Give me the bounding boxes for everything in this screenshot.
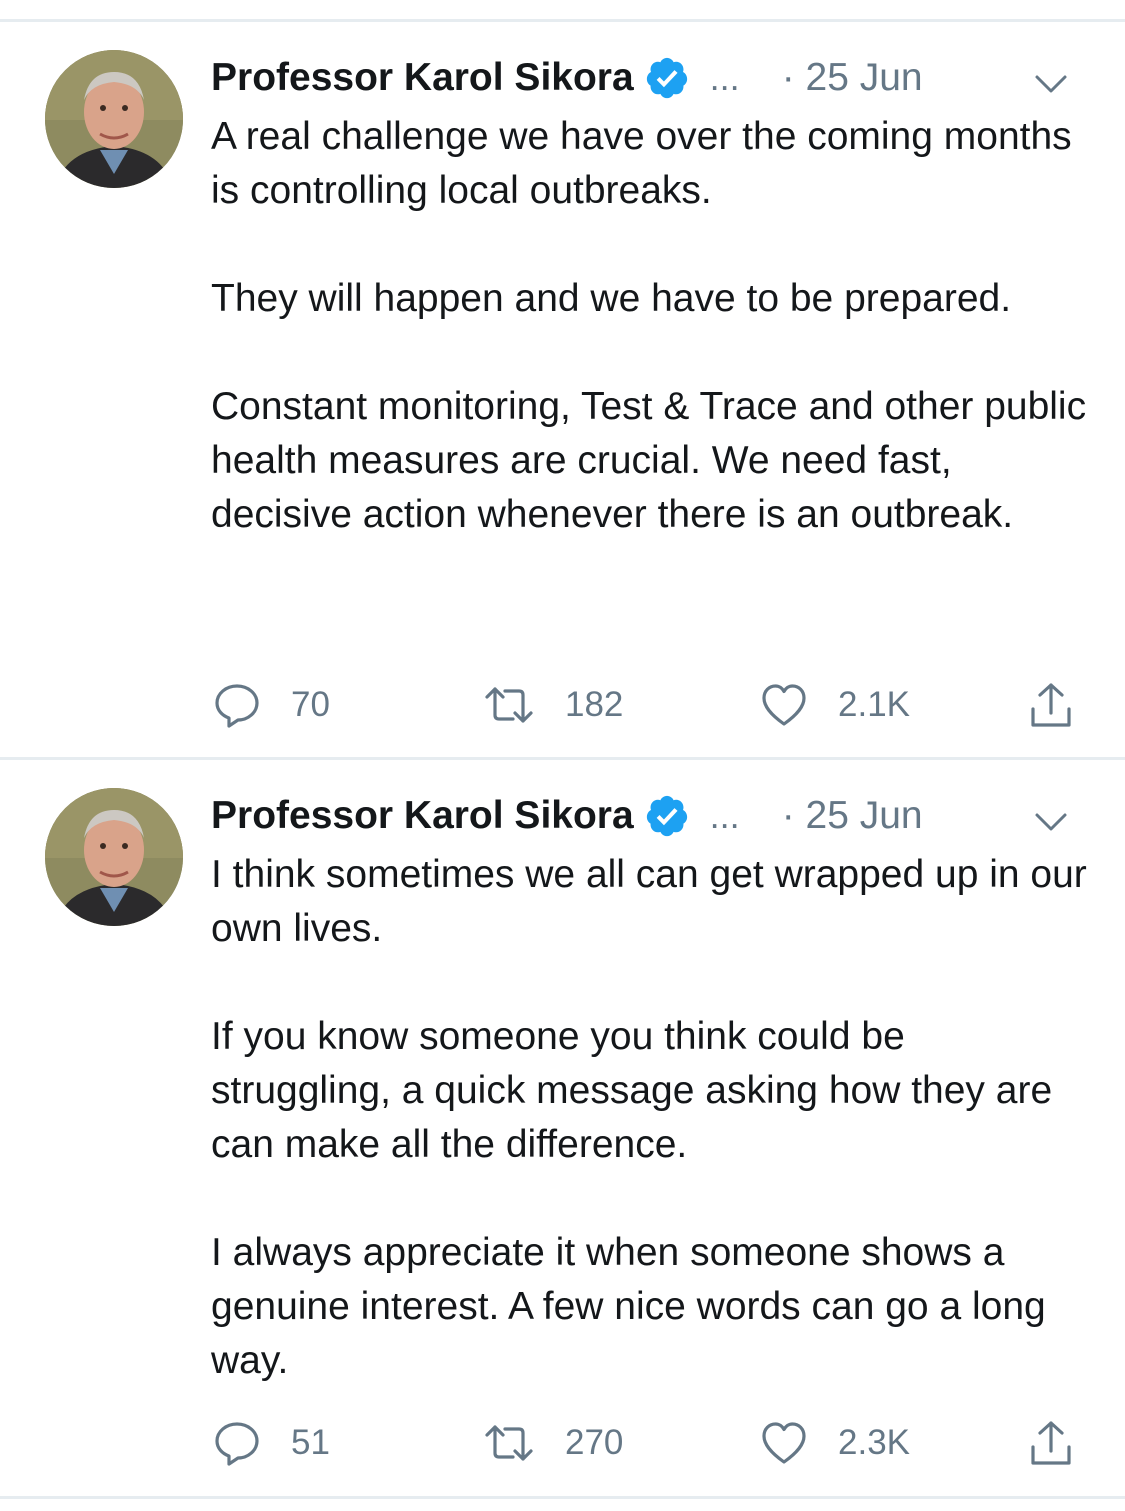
handle-truncation: ... (709, 795, 740, 836)
tweet-actions: 51 270 2.3K (211, 1418, 1091, 1468)
retweet-arrows-icon (483, 1419, 535, 1467)
share-button[interactable] (1027, 680, 1075, 730)
tweet-actions: 70 182 2.1K (211, 680, 1091, 730)
tweet-paragraph: They will happen and we have to be prepa… (211, 277, 1012, 320)
tweet-paragraph: If you know someone you think could be s… (211, 1015, 1053, 1166)
tweet-header: Professor Karol Sikora ... · 25 Jun (211, 786, 1085, 846)
tweet-text: I think sometimes we all can get wrapped… (211, 848, 1091, 1388)
retweet-button[interactable]: 182 (483, 680, 623, 730)
heart-icon (760, 681, 808, 729)
author-name[interactable]: Professor Karol Sikora (211, 786, 634, 846)
reply-button[interactable]: 51 (213, 1418, 330, 1468)
tweet-paragraph: Constant monitoring, Test & Trace and ot… (211, 385, 1087, 536)
tweet-date[interactable]: · 25 Jun (782, 786, 923, 846)
tweet-paragraph: I think sometimes we all can get wrapped… (211, 853, 1087, 950)
tweet-text: A real challenge we have over the coming… (211, 110, 1091, 542)
handle-truncation: ... (709, 57, 740, 98)
share-upload-icon (1027, 1419, 1075, 1467)
reply-bubble-icon (213, 681, 261, 729)
share-upload-icon (1027, 681, 1075, 729)
top-divider (0, 19, 1125, 22)
reply-button[interactable]: 70 (213, 680, 330, 730)
tweet-header: Professor Karol Sikora ... · 25 Jun (211, 48, 1085, 108)
reply-count: 51 (291, 1423, 330, 1462)
like-button[interactable]: 2.3K (760, 1418, 910, 1468)
avatar[interactable] (45, 788, 183, 926)
tweet-date[interactable]: · 25 Jun (782, 48, 923, 108)
bottom-divider (0, 1496, 1125, 1499)
share-button[interactable] (1027, 1418, 1075, 1468)
heart-icon (760, 1419, 808, 1467)
retweet-count: 270 (565, 1423, 624, 1462)
reply-count: 70 (291, 685, 330, 724)
retweet-button[interactable]: 270 (483, 1418, 623, 1468)
like-button[interactable]: 2.1K (760, 680, 910, 730)
chevron-down-icon[interactable] (1033, 60, 1069, 96)
tweet-paragraph: I always appreciate it when someone show… (211, 1231, 1046, 1382)
reply-bubble-icon (213, 1419, 261, 1467)
tweet-paragraph: A real challenge we have over the coming… (211, 115, 1072, 212)
like-count: 2.3K (838, 1423, 910, 1462)
retweet-arrows-icon (483, 681, 535, 729)
chevron-down-icon[interactable] (1033, 798, 1069, 834)
tweet-divider (0, 757, 1125, 760)
avatar[interactable] (45, 50, 183, 188)
retweet-count: 182 (565, 685, 624, 724)
verified-badge-icon (644, 55, 690, 101)
like-count: 2.1K (838, 685, 910, 724)
verified-badge-icon (644, 793, 690, 839)
author-name[interactable]: Professor Karol Sikora (211, 48, 634, 108)
